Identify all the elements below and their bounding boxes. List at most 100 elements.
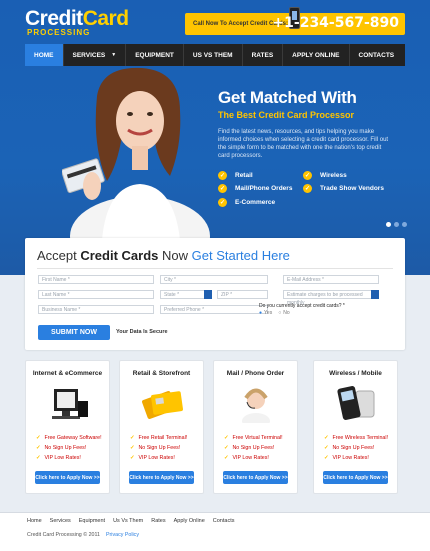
list-item: ✓ VIP Low Rates! — [324, 453, 388, 463]
monthly-select[interactable]: Estimate charges to be processed monthly — [283, 290, 379, 306]
footer-nav: Home Services Equipment Us Vs Them Rates… — [27, 518, 235, 524]
form-title-part: Now — [158, 248, 192, 263]
phone-number: +1-234-567-890 — [272, 15, 399, 31]
box-retail: Retail & Storefront ✓ Free Retail Termina… — [119, 360, 204, 494]
slider-dot[interactable] — [402, 222, 407, 227]
check-icon: ✓ — [303, 184, 312, 193]
check-icon: ✓ — [324, 455, 329, 461]
zip-input[interactable]: ZIP * — [217, 290, 268, 299]
form-title-part: Accept — [37, 248, 81, 263]
list-item-text: No Sign Up Fees! — [44, 445, 87, 451]
wireless-terminal-image — [337, 386, 375, 420]
secure-note: Your Data Is Secure — [116, 329, 168, 335]
nav-apply-online[interactable]: APPLY ONLINE — [283, 44, 350, 66]
apply-button[interactable]: Click here to Apply Now >> — [35, 471, 100, 484]
hero-subtitle: The Best Credit Card Processor — [218, 110, 355, 120]
nav-label: CONTACTS — [358, 51, 395, 59]
list-item-text: No Sign Up Fees! — [138, 445, 181, 451]
credit-radio-group: Yes No — [259, 310, 290, 316]
check-icon: ✓ — [130, 455, 135, 461]
footer-link-rates[interactable]: Rates — [151, 518, 165, 524]
footer-link-home[interactable]: Home — [27, 518, 42, 524]
list-item: ✓ Free Virtual Terminal! — [224, 433, 283, 443]
apply-button[interactable]: Click here to Apply Now >> — [223, 471, 288, 484]
box-list: ✓ Free Gateway Software! ✓ No Sign Up Fees… — [36, 433, 102, 463]
nav-label: SERVICES — [72, 51, 106, 59]
nav-services[interactable]: SERVICES ▼ — [64, 44, 127, 66]
feature-label: Wireless — [320, 172, 347, 179]
list-item-text: Free Gateway Software! — [44, 435, 102, 441]
city-input[interactable]: City * — [160, 275, 268, 284]
nav-contacts[interactable]: CONTACTS — [350, 44, 404, 66]
logo-credit: Credit — [25, 7, 83, 30]
nav-rates[interactable]: RATES — [243, 44, 284, 66]
footer-link-services[interactable]: Services — [50, 518, 71, 524]
credit-cards-image — [142, 391, 183, 419]
logo[interactable]: CreditCard — [25, 8, 129, 29]
nav-label: RATES — [251, 51, 274, 59]
feature-wireless: ✓ Wireless — [303, 171, 347, 180]
list-item: ✓ No Sign Up Fees! — [324, 443, 388, 453]
first-name-input[interactable]: First Name * — [38, 275, 154, 284]
last-name-input[interactable]: Last Name * — [38, 290, 154, 299]
box-title: Wireless / Mobile — [329, 370, 382, 377]
submit-button[interactable]: SUBMIT NOW — [38, 325, 110, 340]
box-internet: Internet & eCommerce ✓ Free Gateway Softw… — [25, 360, 110, 494]
privacy-policy-link[interactable]: Privacy Policy — [106, 532, 139, 538]
radio-yes[interactable]: Yes — [259, 310, 272, 316]
apply-button[interactable]: Click here to Apply Now >> — [323, 471, 388, 484]
list-item-text: VIP Low Rates! — [138, 455, 175, 461]
logo-card: Card — [82, 7, 129, 30]
box-list: ✓ Free Virtual Terminal! ✓ No Sign Up Fees… — [224, 433, 283, 463]
nav-label: EQUIPMENT — [135, 51, 174, 59]
check-icon: ✓ — [303, 171, 312, 180]
nav-home[interactable]: HOME — [25, 44, 64, 66]
nav-label: US VS THEM — [192, 51, 233, 59]
email-input[interactable]: E-Mail Address * — [283, 275, 379, 284]
list-item-text: VIP Low Rates! — [332, 455, 369, 461]
list-item: ✓ No Sign Up Fees! — [36, 443, 102, 453]
copyright-text: Credit Card Processing © 2011 — [27, 532, 100, 538]
slider-dot[interactable] — [394, 222, 399, 227]
check-icon: ✓ — [36, 445, 41, 451]
feature-trade-show: ✓ Trade Show Vendors — [303, 184, 384, 193]
check-icon: ✓ — [324, 445, 329, 451]
footer-link-apply-online[interactable]: Apply Online — [174, 518, 205, 524]
list-item: ✓ Free Wireless Terminal! — [324, 433, 388, 443]
state-select[interactable]: State * — [160, 290, 212, 299]
feature-label: E-Commerce — [235, 199, 276, 206]
slider-dots — [386, 222, 407, 227]
check-icon: ✓ — [224, 435, 229, 441]
nav-equipment[interactable]: EQUIPMENT — [126, 44, 184, 66]
check-icon: ✓ — [218, 198, 227, 207]
radio-no[interactable]: No — [278, 310, 289, 316]
list-item: ✓ VIP Low Rates! — [224, 453, 283, 463]
check-icon: ✓ — [130, 435, 135, 441]
feature-retail: ✓ Retail — [218, 171, 253, 180]
main-nav: HOME SERVICES ▼ EQUIPMENT US VS THEM RATE… — [25, 44, 405, 66]
check-icon: ✓ — [324, 435, 329, 441]
check-icon: ✓ — [218, 171, 227, 180]
feature-label: Retail — [235, 172, 253, 179]
divider — [37, 268, 393, 269]
nav-label: HOME — [34, 51, 54, 59]
box-wireless: Wireless / Mobile ✓ Free Wireless Termina… — [313, 360, 398, 494]
list-item-text: No Sign Up Fees! — [332, 445, 375, 451]
logo-subtitle: PROCESSING — [27, 28, 91, 37]
footer-link-us-vs-them[interactable]: Us Vs Them — [113, 518, 143, 524]
box-title: Retail & Storefront — [132, 370, 191, 377]
business-name-input[interactable]: Business Name * — [38, 305, 154, 314]
hero-text: Find the latest news, resources, and tip… — [218, 129, 389, 159]
phone-input[interactable]: Preferred Phone * — [160, 305, 268, 314]
footer-link-contacts[interactable]: Contacts — [213, 518, 235, 524]
check-icon: ✓ — [36, 435, 41, 441]
list-item: ✓ VIP Low Rates! — [130, 453, 187, 463]
feature-label: Trade Show Vendors — [320, 185, 384, 192]
feature-mail-phone: ✓ Mail/Phone Orders — [218, 184, 292, 193]
footer-link-equipment[interactable]: Equipment — [79, 518, 105, 524]
list-item-text: Free Virtual Terminal! — [232, 435, 283, 441]
list-item-text: VIP Low Rates! — [44, 455, 81, 461]
slider-dot[interactable] — [386, 222, 391, 227]
nav-us-vs-them[interactable]: US VS THEM — [184, 44, 243, 66]
apply-button[interactable]: Click here to Apply Now >> — [129, 471, 194, 484]
